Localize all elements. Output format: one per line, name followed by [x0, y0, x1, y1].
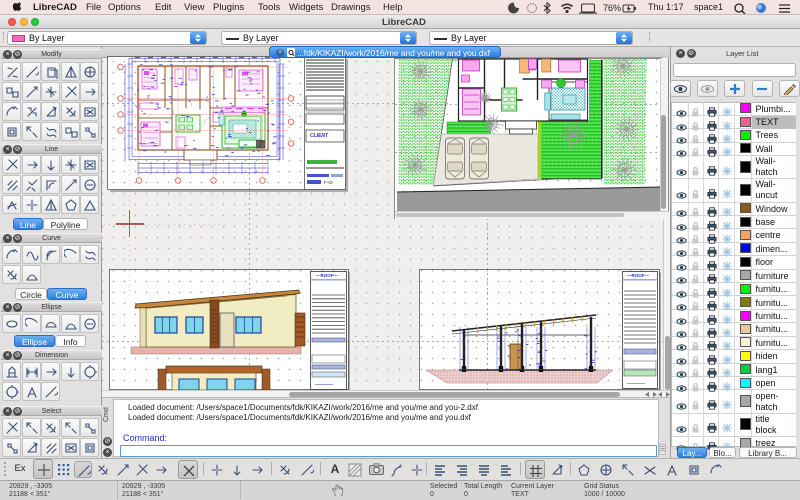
svg-text:————: ————: [315, 382, 334, 387]
svg-text:F+D: F+D: [324, 180, 333, 185]
svg-text:————: ————: [627, 381, 646, 386]
svg-text:76%: 76%: [603, 3, 621, 13]
svg-text:CLIENT: CLIENT: [310, 133, 329, 139]
svg-text:—ROOF—: —ROOF—: [316, 273, 338, 278]
svg-text:—ROOF—: —ROOF—: [627, 273, 649, 278]
